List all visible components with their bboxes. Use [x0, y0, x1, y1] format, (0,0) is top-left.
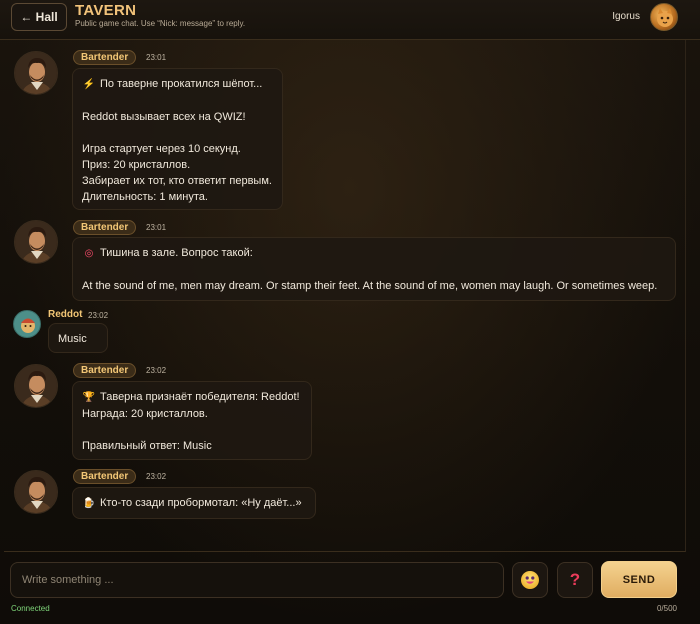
message-input-placeholder: Write something ... — [22, 574, 114, 586]
page-title: TAVERN — [75, 2, 137, 19]
reddot-portrait-icon — [14, 311, 40, 337]
page-subtitle: Public game chat. Use “Nick: message” to… — [75, 19, 246, 28]
message-author: Reddot — [48, 309, 83, 320]
emoji-icon — [521, 571, 539, 589]
target-icon: ◎ — [84, 248, 94, 259]
bartender-portrait-icon — [15, 471, 57, 513]
message-line: По таверне прокатился шёпот... — [100, 78, 263, 90]
message-time: 23:02 — [88, 311, 109, 320]
header-bar: ← Hall TAVERN Public game chat. Use “Nic… — [0, 0, 700, 40]
trophy-icon: 🏆 — [82, 392, 96, 403]
character-counter: 0/500 — [656, 604, 677, 613]
current-user-name: Igorus — [612, 11, 640, 22]
message-bubble: 🏆 Таверна признаёт победителя: Reddot! На… — [72, 381, 312, 460]
message-line: Правильный ответ: Music — [82, 440, 212, 452]
chat-messages-area[interactable]: Bartender 23:01 ⚡ По таверне прокатился ш… — [4, 40, 686, 552]
message-line: Награда: 20 кристаллов. — [82, 408, 208, 420]
message-line: Приз: 20 кристаллов. — [82, 159, 191, 171]
emoji-button[interactable] — [512, 562, 548, 598]
message-time: 23:01 — [146, 53, 167, 62]
cat-avatar-icon — [657, 8, 673, 27]
bartender-avatar — [14, 470, 58, 514]
message-line: Тишина в зале. Вопрос такой: — [100, 247, 253, 259]
message-author: Bartender — [73, 363, 137, 378]
reddot-avatar — [13, 310, 41, 338]
question-mark-icon: ? — [569, 570, 581, 589]
bartender-portrait-icon — [15, 365, 57, 407]
bartender-avatar — [14, 51, 58, 95]
message-line: Игра стартует через 10 секунд. — [82, 143, 241, 155]
lightning-icon: ⚡ — [82, 79, 96, 90]
message-time: 23:01 — [146, 223, 167, 232]
help-button[interactable]: ? — [557, 562, 593, 598]
message-bubble: 🍺 Кто-то сзади пробормотал: «Ну даёт...» — [72, 487, 316, 519]
bartender-portrait-icon — [15, 221, 57, 263]
message-bubble: ◎ Тишина в зале. Вопрос такой: At the sou… — [72, 237, 676, 301]
message-line: Reddot вызывает всех на QWIZ! — [82, 111, 246, 123]
message-author: Bartender — [73, 469, 137, 484]
message-time: 23:02 — [146, 366, 167, 375]
message-author: Bartender — [73, 50, 137, 65]
bartender-avatar — [14, 364, 58, 408]
connection-status: Connected — [11, 604, 50, 613]
message-line: Таверна признаёт победителя: Reddot! — [100, 391, 300, 403]
user-avatar[interactable] — [650, 3, 678, 31]
message-time: 23:02 — [146, 472, 167, 481]
message-line: At the sound of me, men may dream. Or st… — [82, 280, 658, 292]
beer-mug-icon: 🍺 — [82, 498, 96, 509]
bartender-portrait-icon — [15, 52, 57, 94]
message-bubble: ⚡ По таверне прокатился шёпот... Reddot в… — [72, 68, 283, 210]
bartender-avatar — [14, 220, 58, 264]
message-author: Bartender — [73, 220, 137, 235]
message-bubble: Music — [48, 323, 108, 353]
message-input[interactable]: Write something ... — [10, 562, 504, 598]
back-to-hall-button[interactable]: ← Hall — [11, 3, 67, 31]
send-button[interactable]: SEND — [601, 561, 677, 598]
message-line: Кто-то сзади пробормотал: «Ну даёт...» — [100, 497, 302, 509]
message-line: Забирает их тот, кто ответит первым. — [82, 175, 272, 187]
message-line: Music — [58, 333, 87, 345]
message-line: Длительность: 1 минута. — [82, 191, 208, 203]
